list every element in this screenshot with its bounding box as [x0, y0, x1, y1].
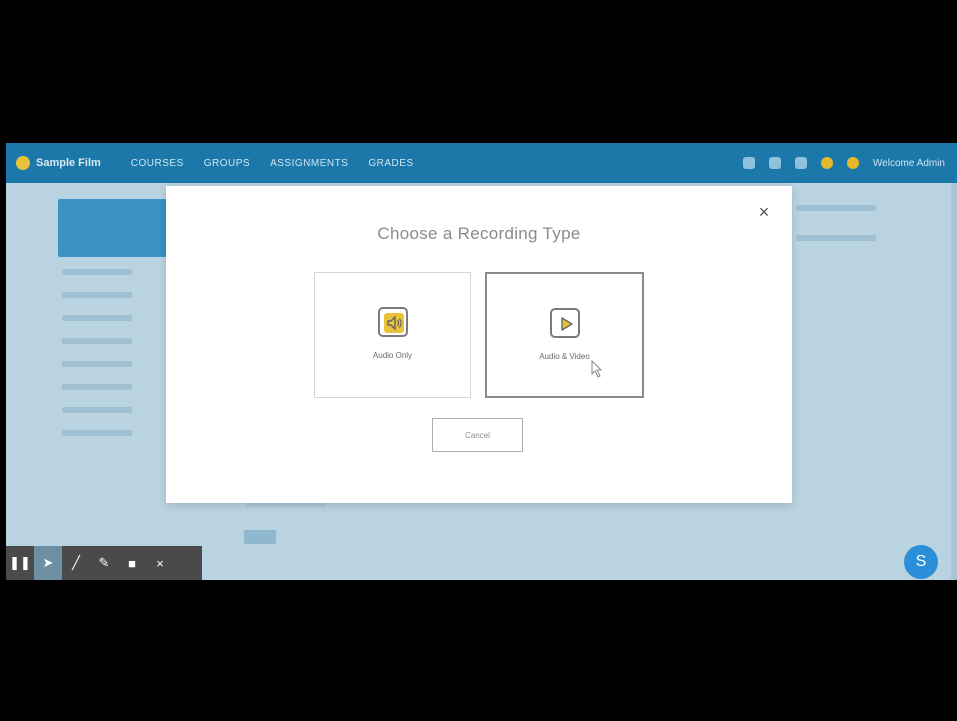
marker-icon[interactable]: ✎: [90, 546, 118, 580]
close-button[interactable]: ×: [756, 203, 772, 221]
annotation-toolbar: ❚❚ ➤ ╱ ✎ ■ ×: [6, 546, 202, 580]
audio-only-label: Audio Only: [372, 351, 413, 360]
search-icon[interactable]: [742, 157, 755, 169]
nav-item-grades[interactable]: GRADES: [368, 158, 413, 169]
pointer-icon[interactable]: ➤: [34, 546, 62, 580]
brand-name: Sample Film: [36, 157, 101, 169]
logo-icon: [16, 156, 30, 170]
user-menu[interactable]: Welcome Admin: [873, 158, 945, 169]
mouse-cursor-icon: [591, 360, 603, 378]
nav-item-assignments[interactable]: ASSIGNMENTS: [270, 158, 348, 169]
app-navbar: Sample Film COURSES GROUPS ASSIGNMENTS G…: [6, 143, 957, 183]
nav-menu: COURSES GROUPS ASSIGNMENTS GRADES: [131, 158, 414, 169]
pause-icon[interactable]: ❚❚: [6, 546, 34, 580]
play-icon: [549, 308, 580, 338]
content-chip[interactable]: [244, 530, 276, 544]
cancel-button[interactable]: Cancel: [432, 418, 523, 452]
course-card-image: [58, 199, 178, 257]
recording-type-dialog: × Choose a Recording Type Audio Only Aud…: [166, 186, 792, 503]
sidebar-menu: [62, 269, 132, 453]
panel-line: [796, 205, 876, 211]
close-icon[interactable]: ×: [146, 546, 174, 580]
camera-icon[interactable]: ■: [118, 546, 146, 580]
sidebar-item[interactable]: [62, 407, 132, 413]
nav-item-courses[interactable]: COURSES: [131, 158, 184, 169]
brand[interactable]: Sample Film: [16, 156, 101, 170]
panel-line: [796, 235, 876, 241]
dialog-title: Choose a Recording Type: [377, 224, 581, 243]
calendar-icon[interactable]: [794, 157, 807, 169]
sidebar-item[interactable]: [62, 430, 132, 436]
notification-icon[interactable]: [846, 157, 859, 169]
audio-only-option[interactable]: Audio Only: [314, 272, 471, 398]
alert-icon[interactable]: [820, 157, 833, 169]
sidebar-item[interactable]: [62, 315, 132, 321]
mail-icon[interactable]: [768, 157, 781, 169]
sidebar-item[interactable]: [62, 269, 132, 275]
right-panel: [796, 205, 876, 265]
nav-actions: Welcome Admin: [742, 143, 945, 183]
sidebar-item[interactable]: [62, 361, 132, 367]
sidebar-item[interactable]: [62, 292, 132, 298]
sidebar-item[interactable]: [62, 338, 132, 344]
sidebar-item[interactable]: [62, 384, 132, 390]
pen-icon[interactable]: ╱: [62, 546, 90, 580]
audio-video-option[interactable]: Audio & Video: [485, 272, 644, 398]
scrollbar[interactable]: [951, 183, 957, 580]
audio-video-label: Audio & Video: [539, 352, 590, 361]
nav-item-groups[interactable]: GROUPS: [204, 158, 250, 169]
assistant-badge[interactable]: S: [904, 545, 938, 579]
speaker-icon: [377, 307, 408, 337]
